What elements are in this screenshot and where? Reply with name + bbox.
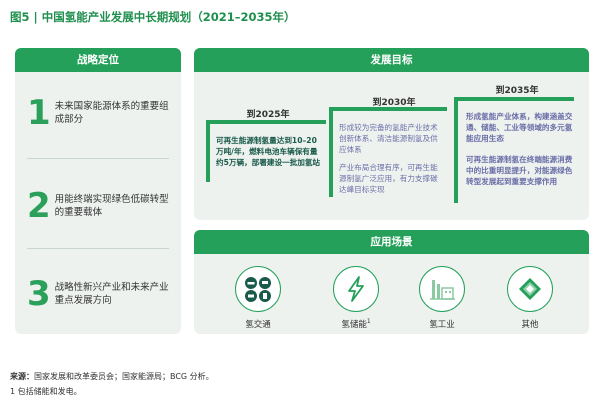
goal-text-2030-second: 产业布局合理有序，可再生能源制氢广泛应用，有力支撑碳达峰目标实现 bbox=[339, 163, 438, 194]
source-text: 国家发展和改革委员会；国家能源局；BCG 分析。 bbox=[34, 372, 214, 381]
positioning-number: 3 bbox=[27, 274, 51, 314]
app-item-transport: 氢交通 bbox=[228, 266, 288, 330]
source-label: 来源： bbox=[10, 372, 34, 381]
app-label-text: 氢储能 bbox=[341, 320, 367, 330]
transport-icon bbox=[245, 277, 271, 302]
figure-title: 图5 | 中国氢能产业发展中长期规划（2021–2035年） bbox=[10, 10, 296, 24]
positioning-text: 战略性新兴产业和未来产业重点发展方向 bbox=[54, 282, 169, 306]
divider bbox=[27, 248, 169, 249]
divider bbox=[27, 158, 169, 159]
development-goals-header: 发展目标 bbox=[194, 48, 589, 72]
strategic-positioning-panel: 战略定位 1 未来国家能源体系的重要组成部分 2 用能终端实现绿色低碳转型的重要… bbox=[15, 48, 181, 334]
goal-year-2025: 到2025年 bbox=[246, 110, 290, 120]
goal-bar bbox=[454, 97, 458, 203]
goal-text-2035-second: 可再生能源制氢在终端能源消费中的比重明显提升，对能源绿色转型发展起到重要支撑作用 bbox=[466, 155, 573, 186]
diamond-icon bbox=[519, 278, 541, 300]
application-scenarios-header: 应用场景 bbox=[194, 230, 589, 254]
app-label: 氢交通 bbox=[245, 320, 271, 330]
positioning-item-1: 1 未来国家能源体系的重要组成部分 bbox=[27, 93, 175, 133]
factory-icon bbox=[430, 280, 455, 300]
positioning-item-2: 2 用能终端实现绿色低碳转型的重要载体 bbox=[27, 186, 175, 226]
app-item-storage: 氢储能1 bbox=[326, 266, 386, 330]
positioning-number: 1 bbox=[27, 93, 51, 133]
goal-bar bbox=[329, 107, 447, 111]
goal-text-2035: 形成氢能产业体系，构建涵盖交通、储能、工业等领域的多元氢能应用生态 bbox=[466, 112, 573, 143]
goal-bar bbox=[329, 107, 333, 197]
positioning-text: 用能终端实现绿色低碳转型的重要载体 bbox=[54, 194, 169, 218]
app-label: 氢储能1 bbox=[326, 318, 386, 330]
goal-bar bbox=[206, 120, 326, 124]
application-scenarios-panel: 应用场景 氢交通 氢储能1 氢工业 其他 bbox=[194, 230, 589, 334]
source-note: 来源：国家发展和改革委员会；国家能源局；BCG 分析。 bbox=[10, 371, 214, 382]
goal-bar bbox=[206, 120, 210, 182]
positioning-item-3: 3 战略性新兴产业和未来产业重点发展方向 bbox=[27, 274, 175, 314]
footnote: 1 包括储能和发电。 bbox=[10, 387, 82, 396]
goal-bar bbox=[454, 97, 574, 101]
positioning-text: 未来国家能源体系的重要组成部分 bbox=[54, 101, 169, 125]
positioning-number: 2 bbox=[27, 186, 51, 226]
goal-year-2035: 到2035年 bbox=[495, 86, 539, 96]
app-label: 氢工业 bbox=[429, 320, 455, 330]
development-goals-panel: 发展目标 到2025年 可再生能源制氢量达到10–20万吨/年，燃料电池车辆保有… bbox=[194, 48, 589, 220]
footnote-marker: 1 bbox=[366, 318, 371, 326]
lightning-icon bbox=[348, 276, 364, 302]
strategic-positioning-header: 战略定位 bbox=[15, 48, 181, 72]
goal-text-2025: 可再生能源制氢量达到10–20万吨/年，燃料电池车辆保有量约5万辆，部署建设一批… bbox=[216, 136, 321, 167]
app-item-other: 其他 bbox=[500, 266, 560, 330]
app-item-industry: 氢工业 bbox=[412, 266, 472, 330]
goal-text-2030: 形成较为完备的氢能产业技术创新体系、清洁能源制氢及供应体系 bbox=[339, 123, 438, 154]
app-label: 其他 bbox=[521, 320, 539, 330]
